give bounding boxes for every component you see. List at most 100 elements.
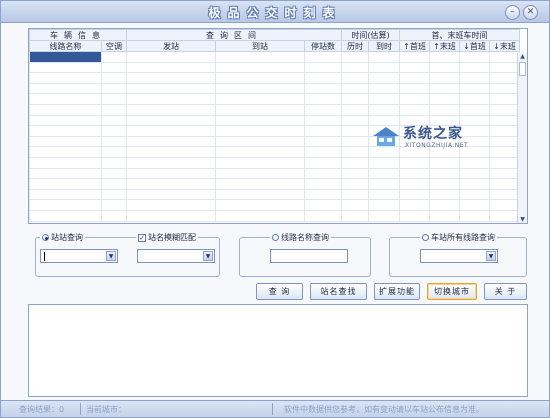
table-cell[interactable] — [126, 72, 216, 84]
table-cell[interactable] — [304, 156, 342, 169]
table-cell[interactable] — [489, 72, 520, 84]
table-cell[interactable] — [101, 125, 127, 137]
table-cell[interactable] — [126, 167, 216, 180]
column-header-stop-count[interactable]: 停站数 — [304, 40, 342, 52]
table-cell[interactable] — [29, 82, 102, 95]
table-row[interactable] — [29, 188, 520, 201]
table-cell[interactable] — [304, 125, 342, 137]
table-cell[interactable] — [215, 209, 305, 222]
table-row[interactable] — [29, 209, 520, 222]
table-row[interactable] — [29, 51, 520, 63]
table-cell[interactable] — [429, 209, 460, 222]
table-cell[interactable] — [29, 135, 102, 148]
table-cell[interactable] — [304, 167, 342, 180]
table-cell[interactable] — [459, 103, 490, 116]
table-cell[interactable] — [126, 114, 216, 127]
station-lines-option[interactable]: 车站所有线路查询 — [420, 232, 497, 243]
result-detail-panel[interactable] — [28, 304, 528, 397]
extensions-button[interactable]: 扩展功能 — [374, 283, 420, 300]
table-cell[interactable] — [101, 51, 127, 63]
departure-station-combo[interactable]: ▼ — [40, 249, 118, 263]
table-cell[interactable] — [399, 188, 430, 201]
table-cell[interactable] — [341, 103, 369, 116]
table-cell[interactable] — [429, 93, 460, 105]
table-cell[interactable] — [215, 51, 305, 63]
table-cell[interactable] — [399, 93, 430, 105]
table-row[interactable] — [29, 178, 520, 190]
table-cell[interactable] — [101, 167, 127, 180]
scroll-down-icon[interactable]: ▼ — [518, 216, 527, 223]
column-header-aircon[interactable]: 空调 — [101, 40, 127, 52]
fuzzy-match-option[interactable]: ✓ 站名模糊匹配 — [136, 232, 198, 243]
column-header-up-last[interactable]: ↑末班 — [429, 40, 460, 52]
table-cell[interactable] — [341, 82, 369, 95]
table-cell[interactable] — [29, 178, 102, 190]
table-row[interactable] — [29, 82, 520, 95]
table-cell[interactable] — [341, 199, 369, 211]
table-cell[interactable] — [429, 178, 460, 190]
table-cell[interactable] — [126, 51, 216, 63]
table-cell[interactable] — [29, 167, 102, 180]
table-row[interactable] — [29, 199, 520, 211]
minimize-button[interactable]: – — [505, 5, 520, 20]
column-header-arrival[interactable]: 到站 — [215, 40, 305, 52]
table-cell[interactable] — [429, 199, 460, 211]
table-cell[interactable] — [215, 188, 305, 201]
table-cell[interactable] — [101, 114, 127, 127]
column-header-up-first[interactable]: ↑首班 — [399, 40, 430, 52]
table-cell[interactable] — [29, 125, 102, 137]
table-cell[interactable] — [399, 103, 430, 116]
line-name-radio[interactable] — [272, 234, 279, 241]
table-cell[interactable] — [215, 167, 305, 180]
chevron-down-icon[interactable]: ▼ — [486, 251, 496, 261]
table-cell[interactable] — [399, 72, 430, 84]
table-cell[interactable] — [126, 188, 216, 201]
table-row[interactable] — [29, 103, 520, 116]
table-cell[interactable] — [489, 93, 520, 105]
table-cell[interactable] — [29, 93, 102, 105]
column-header-down-last[interactable]: ↓末班 — [489, 40, 520, 52]
scroll-thumb[interactable] — [519, 62, 526, 76]
table-cell[interactable] — [304, 114, 342, 127]
table-cell[interactable] — [101, 178, 127, 190]
table-cell[interactable] — [368, 178, 400, 190]
close-button[interactable]: ✕ — [523, 5, 538, 20]
table-cell[interactable] — [29, 146, 102, 158]
table-cell[interactable] — [459, 188, 490, 201]
table-cell[interactable] — [459, 178, 490, 190]
station-search-button[interactable]: 站名查找 — [310, 283, 367, 300]
line-name-input[interactable] — [270, 249, 348, 263]
table-cell[interactable] — [126, 125, 216, 137]
query-button[interactable]: 查 询 — [256, 283, 303, 300]
table-cell[interactable] — [368, 51, 400, 63]
table-cell[interactable] — [215, 199, 305, 211]
table-cell[interactable] — [215, 146, 305, 158]
table-cell[interactable] — [429, 61, 460, 74]
table-row[interactable] — [29, 72, 520, 84]
table-cell[interactable] — [101, 209, 127, 222]
table-cell[interactable] — [368, 61, 400, 74]
table-cell[interactable] — [304, 93, 342, 105]
line-name-option[interactable]: 线路名称查询 — [270, 232, 331, 243]
column-header-line-name[interactable]: 线路名称 — [29, 40, 102, 52]
chevron-down-icon[interactable]: ▼ — [203, 251, 213, 261]
table-cell[interactable] — [101, 93, 127, 105]
table-cell[interactable] — [126, 156, 216, 169]
table-cell[interactable] — [459, 209, 490, 222]
table-cell[interactable] — [489, 51, 520, 63]
table-cell[interactable] — [29, 199, 102, 211]
table-cell[interactable] — [489, 199, 520, 211]
station-to-station-option[interactable]: 站站查询 — [40, 232, 85, 243]
table-cell[interactable] — [126, 178, 216, 190]
table-cell[interactable] — [304, 51, 342, 63]
table-cell[interactable] — [459, 199, 490, 211]
table-cell[interactable] — [429, 103, 460, 116]
table-cell[interactable] — [304, 209, 342, 222]
table-cell[interactable] — [304, 178, 342, 190]
table-cell[interactable] — [341, 93, 369, 105]
table-cell[interactable] — [126, 93, 216, 105]
table-cell[interactable] — [368, 82, 400, 95]
table-cell[interactable] — [215, 61, 305, 74]
table-cell[interactable] — [399, 209, 430, 222]
table-cell[interactable] — [215, 82, 305, 95]
